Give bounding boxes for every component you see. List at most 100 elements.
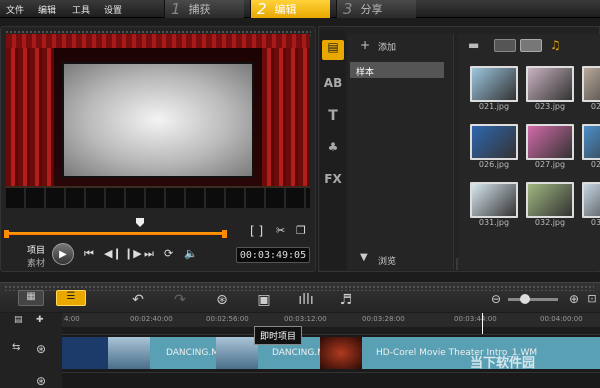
timeline-clip[interactable] — [320, 337, 362, 369]
theater-screen — [62, 62, 254, 178]
browse-icon[interactable]: ▼ — [360, 252, 368, 263]
ruler-tick-label: 4:00 — [64, 315, 80, 323]
thumbnail-label: 034.jpg — [590, 218, 600, 227]
prev-frame-icon[interactable]: ◀❙ — [104, 247, 122, 260]
step-edit[interactable]: 2 编辑 — [250, 0, 330, 18]
menu-edit[interactable]: 编辑 — [38, 3, 56, 16]
ripple-edit-icon[interactable]: ⇆ — [12, 342, 20, 353]
video-track-icon[interactable]: ⊛ — [36, 342, 46, 356]
step-number: 3 — [343, 0, 353, 18]
mode-project-label[interactable]: 项目 — [27, 243, 45, 256]
auto-music-icon[interactable]: ♬ — [334, 292, 358, 308]
folder-sample-label: 样本 — [356, 68, 375, 78]
scrubber-bar[interactable] — [8, 232, 226, 235]
overlay-track-icon[interactable]: ⊛ — [36, 374, 46, 388]
skip-end-icon[interactable]: ⏭ — [144, 247, 154, 261]
ruler-tick-label: 00:03:28:00 — [362, 315, 405, 323]
scissors-icon[interactable]: ✂ — [276, 224, 285, 237]
curtain-left — [6, 34, 54, 194]
transition-icon[interactable]: AB — [322, 76, 344, 96]
thumbnail-image — [470, 66, 518, 102]
thumb-item[interactable]: 032.jpg — [526, 182, 574, 227]
thumb-item[interactable]: 028.jpg — [582, 124, 600, 169]
audio-mixer-icon[interactable]: ıllı — [294, 292, 318, 308]
menu-file[interactable]: 文件 — [6, 3, 24, 16]
menu-tools[interactable]: 工具 — [72, 3, 90, 16]
graphics-icon[interactable]: ♣ — [322, 140, 344, 160]
thumbnail-image — [582, 182, 600, 218]
watermark-text: 当下软件园 — [470, 356, 536, 371]
play-button[interactable]: ▶ — [52, 243, 74, 265]
thumbnail-label: 024.jpg — [590, 102, 600, 111]
zoom-out-icon[interactable]: ⊖ — [484, 292, 508, 306]
add-icon[interactable]: + — [360, 38, 370, 52]
thumb-item[interactable]: 031.jpg — [470, 182, 518, 227]
clip-label: DANCING.M — [166, 348, 216, 358]
step-label: 编辑 — [274, 3, 297, 16]
timeline-view-button[interactable]: ☰ — [56, 290, 86, 306]
menu-settings[interactable]: 设置 — [104, 3, 122, 16]
ruler-tick-label: 00:03:12:00 — [284, 315, 327, 323]
thumbnail-label: 028.jpg — [590, 160, 600, 169]
thumbnail-image — [470, 182, 518, 218]
redo-icon[interactable]: ↷ — [168, 292, 192, 308]
timeline-clip[interactable] — [216, 337, 258, 369]
mark-in-out-brackets[interactable]: [ ] — [250, 224, 263, 238]
thumbnail-label: 023.jpg — [534, 102, 566, 111]
thumbnail-label: 032.jpg — [534, 218, 566, 227]
curtain-top — [6, 34, 310, 48]
fit-project-icon[interactable]: ⊡ — [580, 292, 600, 305]
thumbnail-image — [582, 66, 600, 102]
thumbnail-label: 027.jpg — [534, 160, 566, 169]
thumb-item[interactable]: 023.jpg — [526, 66, 574, 111]
copy-icon[interactable]: ❐ — [296, 224, 306, 237]
add-folder-label[interactable]: 添加 — [378, 40, 396, 53]
thumbnail-label: 026.jpg — [478, 160, 510, 169]
skip-start-icon[interactable]: ⏮ — [84, 247, 94, 261]
browse-label[interactable]: 浏览 — [378, 254, 396, 267]
undo-icon[interactable]: ↶ — [126, 292, 150, 308]
track-manager-icon[interactable]: ▤ — [14, 315, 23, 325]
media-icon[interactable]: ▤ — [322, 40, 344, 60]
title-icon[interactable]: T — [322, 108, 344, 128]
ruler-tick-label: 00:02:40:00 — [130, 315, 173, 323]
thumbnail-image — [470, 124, 518, 160]
mode-clip-label[interactable]: 素材 — [27, 256, 45, 269]
chapter-menu-icon[interactable]: ✚ — [36, 315, 44, 325]
next-frame-icon[interactable]: ❙▶ — [124, 247, 142, 260]
step-number: 2 — [257, 0, 267, 18]
photo-filter-icon[interactable] — [520, 39, 542, 52]
step-share[interactable]: 3 分享 — [336, 0, 416, 18]
timeline-clip[interactable] — [108, 337, 150, 369]
filter-icon[interactable]: FX — [322, 172, 344, 192]
tooltip: 即时项目 — [254, 326, 303, 345]
folder-sample[interactable]: 样本 — [350, 62, 444, 78]
step-label: 分享 — [360, 3, 383, 16]
thumb-item[interactable]: 021.jpg — [470, 66, 518, 111]
timeline-clip[interactable]: DANCING.M — [150, 337, 216, 369]
trim-end-marker[interactable] — [222, 230, 227, 238]
step-capture[interactable]: 1 捕获 — [164, 0, 244, 18]
thumbnail-image — [526, 182, 574, 218]
record-capture-icon[interactable]: ⊛ — [210, 292, 234, 308]
volume-icon[interactable]: 🔈 — [184, 247, 198, 260]
storyboard-view-button[interactable]: ▦ — [18, 290, 44, 306]
play-icon: ▶ — [59, 248, 67, 260]
audio-filter-icon[interactable]: ♫ — [550, 38, 561, 52]
thumb-item[interactable]: 026.jpg — [470, 124, 518, 169]
thumb-item[interactable]: 027.jpg — [526, 124, 574, 169]
folder-icon[interactable]: ▬ — [468, 38, 479, 52]
instant-project-icon[interactable]: ▣ — [252, 292, 276, 308]
zoom-slider-knob[interactable] — [520, 294, 530, 304]
overlay-track — [62, 372, 600, 388]
video-filter-icon[interactable] — [494, 39, 516, 52]
thumb-item[interactable]: 024.jpg — [582, 66, 600, 111]
timecode-display[interactable]: 00:03:49:05 — [236, 247, 310, 263]
zoom-slider-track[interactable] — [508, 298, 558, 301]
timeline-ruler[interactable]: 4:00 00:02:40:00 00:02:56:00 00:03:12:00… — [62, 313, 600, 327]
timeline-clip[interactable] — [62, 337, 108, 369]
thumbnail-label: 031.jpg — [478, 218, 510, 227]
repeat-icon[interactable]: ⟳ — [164, 247, 173, 260]
theater-seats — [6, 186, 310, 208]
thumb-item[interactable]: 034.jpg — [582, 182, 600, 227]
